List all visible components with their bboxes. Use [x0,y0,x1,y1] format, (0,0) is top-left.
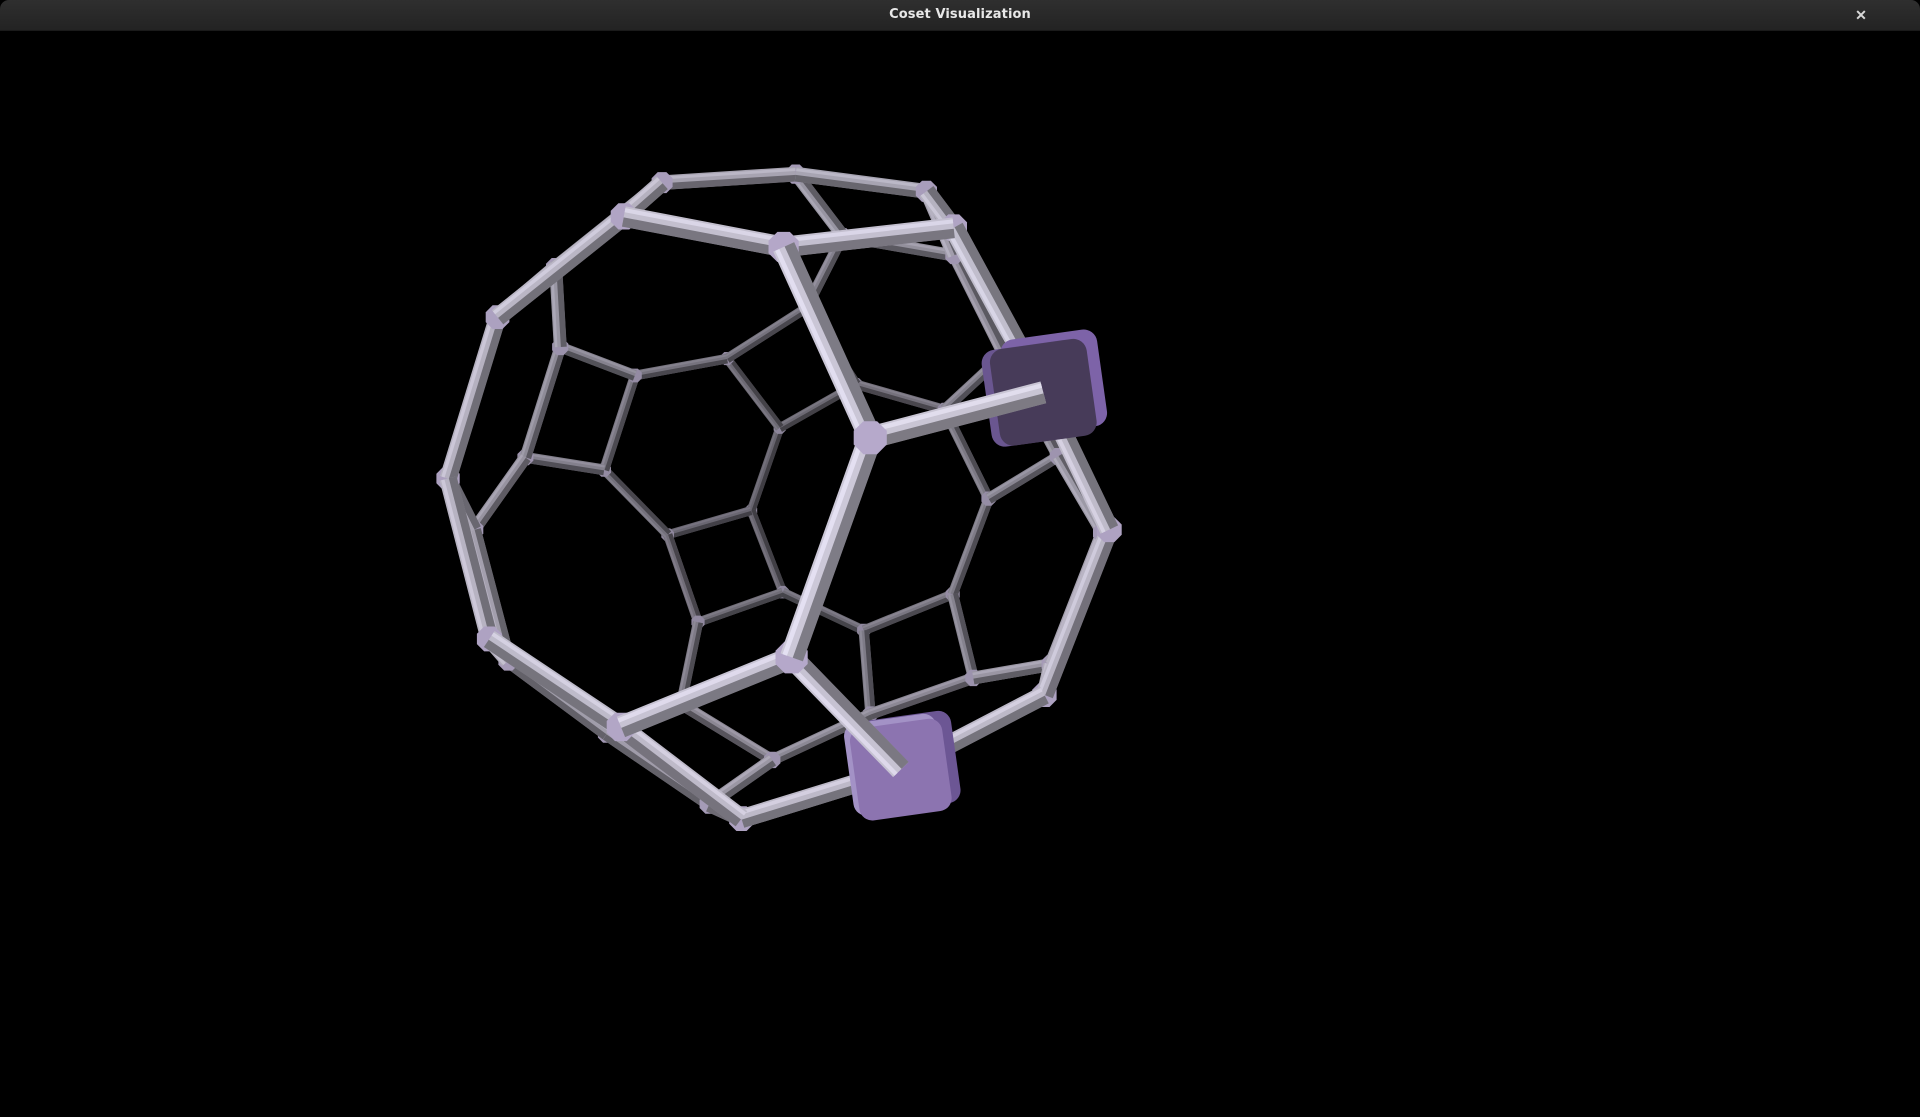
window-title: Coset Visualization [889,0,1031,30]
3d-viewport[interactable] [0,31,1920,1117]
app-window: Coset Visualization ✕ [0,0,1920,1117]
titlebar[interactable]: Coset Visualization ✕ [0,0,1920,31]
coset-polyhedron-render [0,31,1920,1117]
close-button[interactable]: ✕ [1846,0,1876,30]
close-icon: ✕ [1855,7,1867,24]
